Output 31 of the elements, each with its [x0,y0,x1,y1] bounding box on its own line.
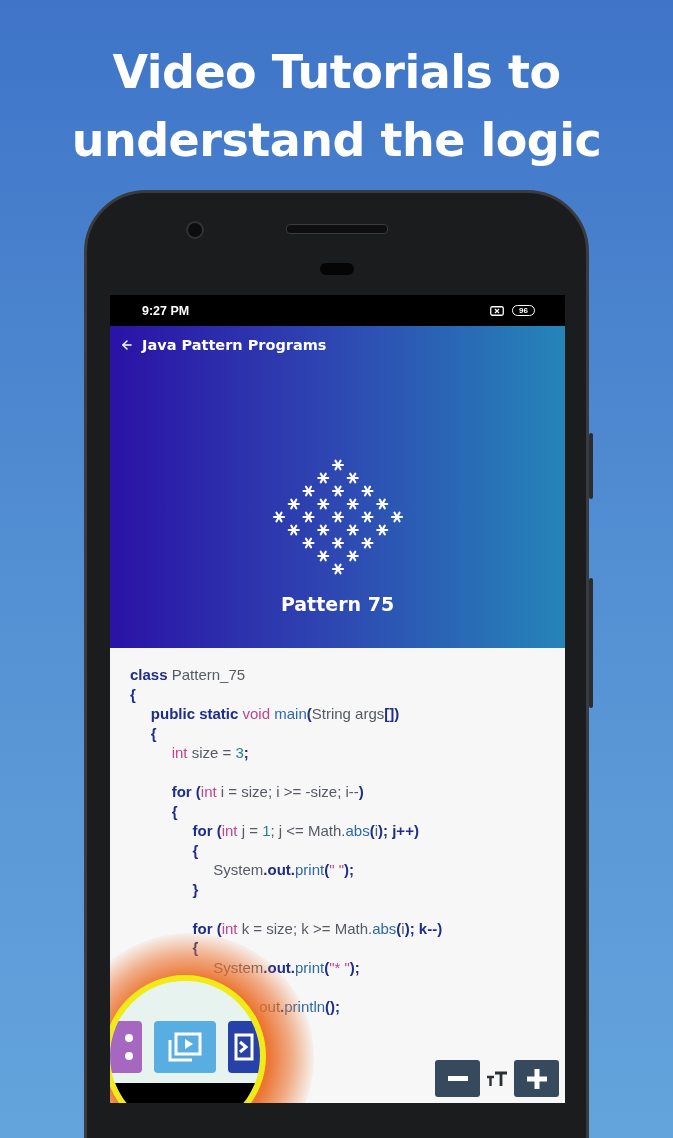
camera-icon [186,221,204,239]
code-line: public static void main(String args[]) [149,704,400,724]
code-line: { [149,723,157,743]
increase-font-button[interactable] [514,1060,559,1097]
pattern-title: Pattern 75 [280,593,395,615]
exit-icon [234,1033,254,1061]
status-time: 9:27 PM [142,303,190,318]
code-line: { [130,684,136,704]
code-line: { [191,938,199,958]
dots-icon [125,1034,133,1060]
code-line: { [170,801,178,821]
text-size-icon [486,1070,508,1087]
back-button[interactable] [120,338,134,352]
code-line: System.out.print(" "); [212,860,355,880]
code-line: for (int j = 1; j <= Math.abs(i); j++) [191,821,419,841]
sensor-icon [320,263,354,275]
minus-icon [447,1075,468,1082]
code-line: for (int k = size; k >= Math.abs(i); k--) [191,918,443,938]
headline: Video Tutorials to understand the logic [70,44,603,169]
code-line: int size = 3; [170,743,249,763]
code-line: { [191,840,199,860]
code-line: class Pattern_75 [130,665,246,685]
decrease-font-button[interactable] [435,1060,480,1097]
code-line: System.out.print("* "); [212,957,360,977]
code-line: for (int i = size; i >= -size; i--) [170,782,364,802]
plus-icon [526,1068,547,1089]
app-title: Java Pattern Programs [142,337,327,353]
video-library-icon [168,1032,202,1062]
code-line: } [191,879,199,899]
no-sim-icon [490,305,505,316]
code-line: out.println(); [258,996,341,1016]
